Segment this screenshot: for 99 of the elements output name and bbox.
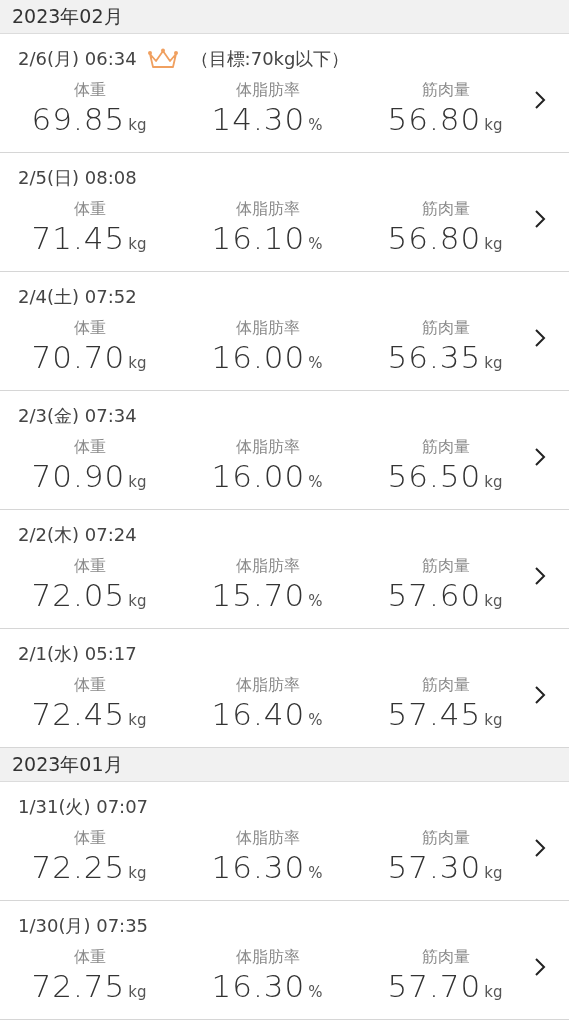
metric-value: 72.45 xyxy=(31,696,126,732)
metric-unit: kg xyxy=(128,116,147,134)
metric-label: 体重 xyxy=(74,675,106,696)
metric-label: 体脂肪率 xyxy=(236,828,300,849)
metric-label: 筋肉量 xyxy=(422,199,470,220)
metric-label: 体重 xyxy=(74,556,106,577)
metric-unit: % xyxy=(308,235,323,253)
metric-unit: kg xyxy=(484,983,503,1001)
record-row[interactable]: 2/3(金) 07:34 体重 70.90 kg 体脂肪率 16.00% 筋肉量 56.50 kg xyxy=(0,391,569,510)
metric-unit: kg xyxy=(128,592,147,610)
record-datetime: 2/3(金) 07:34 xyxy=(18,404,137,428)
record-row[interactable]: 2/2(木) 07:24 体重 72.05 kg 体脂肪率 15.70% 筋肉量 57.60 kg xyxy=(0,510,569,629)
metric-value: 56.35 xyxy=(387,339,482,375)
metric-unit: % xyxy=(308,592,323,610)
chevron-right-icon xyxy=(534,328,546,348)
metric-value: 56.80 xyxy=(387,101,482,137)
metric-unit: kg xyxy=(128,864,147,882)
goal-text: （目標:70kg以下） xyxy=(190,47,350,71)
record-datetime: 2/1(水) 05:17 xyxy=(18,642,137,666)
metric-unit: kg xyxy=(484,354,503,372)
metric-value: 57.45 xyxy=(387,696,482,732)
metric-label: 筋肉量 xyxy=(422,437,470,458)
metric-unit: kg xyxy=(128,354,147,372)
metric-value: 71.45 xyxy=(31,220,126,256)
record-datetime: 2/4(土) 07:52 xyxy=(18,285,137,309)
metric-unit: % xyxy=(308,864,323,882)
metric-value: 70.90 xyxy=(31,458,126,494)
metric-value: 57.60 xyxy=(387,577,482,613)
metric-value: 16.00 xyxy=(211,458,306,494)
metric-unit: kg xyxy=(484,864,503,882)
metric-value: 16.00 xyxy=(211,339,306,375)
record-row[interactable]: 2/6(月) 06:34 （目標:70kg以下） 体重 69.85 kg 体脂肪率 14.30% 筋肉量 56.80 kg xyxy=(0,34,569,153)
metric-label: 体重 xyxy=(74,318,106,339)
month-header: 2023年02月 xyxy=(0,0,569,34)
metric-value: 16.40 xyxy=(211,696,306,732)
record-datetime: 2/2(木) 07:24 xyxy=(18,523,137,547)
metric-label: 筋肉量 xyxy=(422,556,470,577)
metric-unit: kg xyxy=(128,473,147,491)
chevron-right-icon xyxy=(534,447,546,467)
crown-icon xyxy=(146,48,179,70)
metric-unit: kg xyxy=(128,235,147,253)
metric-value: 14.30 xyxy=(211,101,306,137)
record-row[interactable]: 2/5(日) 08:08 体重 71.45 kg 体脂肪率 16.10% 筋肉量 56.80 kg xyxy=(0,153,569,272)
metric-label: 筋肉量 xyxy=(422,828,470,849)
metric-label: 体脂肪率 xyxy=(236,947,300,968)
metric-unit: % xyxy=(308,983,323,1001)
chevron-right-icon xyxy=(534,209,546,229)
metric-unit: % xyxy=(308,711,323,729)
metric-value: 16.30 xyxy=(211,849,306,885)
metric-label: 体脂肪率 xyxy=(236,675,300,696)
metric-label: 体脂肪率 xyxy=(236,556,300,577)
metric-value: 57.30 xyxy=(387,849,482,885)
metric-value: 72.25 xyxy=(31,849,126,885)
metric-value: 70.70 xyxy=(31,339,126,375)
record-datetime: 1/31(火) 07:07 xyxy=(18,795,149,819)
metric-unit: kg xyxy=(128,711,147,729)
metric-value: 72.75 xyxy=(31,968,126,1004)
metric-value: 16.10 xyxy=(211,220,306,256)
record-datetime: 2/5(日) 08:08 xyxy=(18,166,137,190)
chevron-right-icon xyxy=(534,90,546,110)
metric-unit: % xyxy=(308,116,323,134)
metric-label: 体重 xyxy=(74,80,106,101)
chevron-right-icon xyxy=(534,838,546,858)
metric-label: 体脂肪率 xyxy=(236,80,300,101)
metric-label: 体脂肪率 xyxy=(236,318,300,339)
metric-label: 筋肉量 xyxy=(422,947,470,968)
metric-label: 筋肉量 xyxy=(422,318,470,339)
metric-label: 筋肉量 xyxy=(422,675,470,696)
chevron-right-icon xyxy=(534,566,546,586)
metric-unit: kg xyxy=(128,983,147,1001)
metric-label: 体重 xyxy=(74,437,106,458)
metric-unit: % xyxy=(308,354,323,372)
metric-label: 体重 xyxy=(74,199,106,220)
metric-value: 56.80 xyxy=(387,220,482,256)
metric-label: 体重 xyxy=(74,828,106,849)
chevron-right-icon xyxy=(534,685,546,705)
metric-unit: kg xyxy=(484,235,503,253)
chevron-right-icon xyxy=(534,957,546,977)
metric-value: 72.05 xyxy=(31,577,126,613)
metric-unit: kg xyxy=(484,473,503,491)
record-datetime: 1/30(月) 07:35 xyxy=(18,914,149,938)
metric-label: 体脂肪率 xyxy=(236,437,300,458)
metric-label: 体脂肪率 xyxy=(236,199,300,220)
metric-unit: kg xyxy=(484,592,503,610)
metric-unit: % xyxy=(308,473,323,491)
record-datetime: 2/6(月) 06:34 xyxy=(18,47,137,71)
metric-unit: kg xyxy=(484,711,503,729)
metric-value: 15.70 xyxy=(211,577,306,613)
metric-value: 69.85 xyxy=(31,101,126,137)
record-row[interactable]: 1/30(月) 07:35 体重 72.75 kg 体脂肪率 16.30% 筋肉量 57.70 kg xyxy=(0,901,569,1020)
metric-unit: kg xyxy=(484,116,503,134)
metric-value: 56.50 xyxy=(387,458,482,494)
metric-label: 体重 xyxy=(74,947,106,968)
month-header: 2023年01月 xyxy=(0,748,569,782)
metric-value: 16.30 xyxy=(211,968,306,1004)
metric-label: 筋肉量 xyxy=(422,80,470,101)
metric-value: 57.70 xyxy=(387,968,482,1004)
record-row[interactable]: 2/4(土) 07:52 体重 70.70 kg 体脂肪率 16.00% 筋肉量 56.35 kg xyxy=(0,272,569,391)
record-row[interactable]: 1/31(火) 07:07 体重 72.25 kg 体脂肪率 16.30% 筋肉量 57.30 kg xyxy=(0,782,569,901)
